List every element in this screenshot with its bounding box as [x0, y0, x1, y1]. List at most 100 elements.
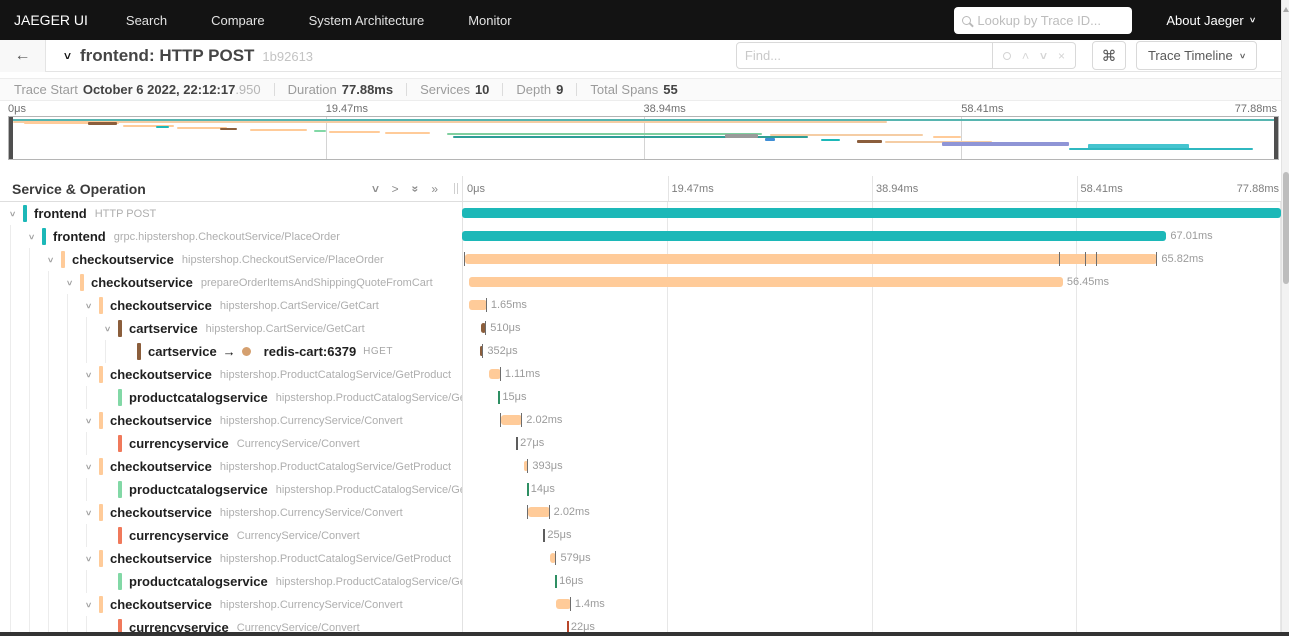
span-name-cell[interactable]: > checkoutservice hipstershop.ProductCatal… — [0, 547, 462, 570]
vertical-scrollbar-thumb[interactable] — [1283, 172, 1289, 284]
span-name-cell[interactable]: > cartservice hipstershop.CartService/GetC… — [0, 317, 462, 340]
expand-chevron-icon[interactable]: > — [27, 232, 42, 242]
span-name-cell[interactable]: currencyservice CurrencyService/Convert — [0, 432, 462, 455]
span-bar-cell[interactable]: 56.45ms — [462, 271, 1281, 294]
trace-id-lookup-input[interactable] — [977, 12, 1125, 28]
nav-item-compare[interactable]: Compare — [211, 13, 264, 28]
expand-chevron-icon[interactable]: > — [84, 554, 99, 564]
trace-span-row[interactable]: > checkoutservice hipstershop.CheckoutServ… — [0, 248, 1281, 271]
minimap-right-handle[interactable] — [1274, 117, 1278, 159]
expand-chevron-icon[interactable]: > — [84, 508, 99, 518]
next-match-icon[interactable]: > — [1036, 52, 1050, 59]
span-bar-cell[interactable]: 15μs — [462, 386, 1281, 409]
expand-one-chevron-right-icon[interactable]: > — [392, 182, 399, 196]
trace-minimap[interactable] — [8, 116, 1279, 160]
trace-span-row[interactable]: > checkoutservice prepareOrderItemsAndShip… — [0, 271, 1281, 294]
collapse-all-double-chevron-icon[interactable]: » — [408, 185, 422, 192]
nav-item-system-architecture[interactable]: System Architecture — [309, 13, 425, 28]
span-duration-bar[interactable] — [462, 208, 1281, 218]
trace-span-row[interactable]: productcatalogservice hipstershop.Product… — [0, 570, 1281, 593]
clear-find-icon[interactable]: × — [1058, 49, 1065, 63]
span-duration-bar[interactable] — [524, 459, 529, 473]
collapse-chevron-icon[interactable]: > — [61, 52, 75, 59]
span-bar-cell[interactable]: 27μs — [462, 432, 1281, 455]
focus-match-icon[interactable] — [1002, 51, 1011, 60]
span-name-cell[interactable]: currencyservice CurrencyService/Convert — [0, 524, 462, 547]
trace-span-row[interactable]: > frontend grpc.hipstershop.CheckoutServic… — [0, 225, 1281, 248]
trace-span-row[interactable]: currencyservice CurrencyService/Convert 2… — [0, 432, 1281, 455]
span-name-cell[interactable]: > frontend HTTP POST — [0, 202, 462, 225]
span-duration-bar[interactable] — [469, 298, 487, 312]
expand-chevron-icon[interactable]: > — [84, 301, 99, 311]
keyboard-shortcuts-button[interactable]: ⌘ — [1091, 41, 1126, 70]
trace-view-dropdown[interactable]: Trace Timeline > — [1135, 41, 1257, 70]
span-duration-bar[interactable] — [527, 505, 550, 519]
trace-span-row[interactable]: currencyservice CurrencyService/Convert 2… — [0, 524, 1281, 547]
span-duration-bar[interactable] — [462, 231, 1167, 241]
span-bar-cell[interactable]: 14μs — [462, 478, 1281, 501]
span-name-cell[interactable]: > checkoutservice hipstershop.CheckoutServ… — [0, 248, 462, 271]
scroll-up-arrow-icon[interactable] — [1283, 7, 1289, 12]
nav-item-monitor[interactable]: Monitor — [468, 13, 511, 28]
trace-span-row[interactable]: > checkoutservice hipstershop.ProductCatal… — [0, 547, 1281, 570]
trace-span-row[interactable]: > checkoutservice hipstershop.CurrencyServ… — [0, 409, 1281, 432]
span-name-cell[interactable]: productcatalogservice hipstershop.Product… — [0, 386, 462, 409]
span-name-cell[interactable]: productcatalogservice hipstershop.Product… — [0, 478, 462, 501]
trace-title-wrap[interactable]: > frontend: HTTP POST 1b92613 — [61, 46, 314, 66]
span-bar-cell[interactable]: 1.11ms — [462, 363, 1281, 386]
span-duration-bar[interactable] — [464, 252, 1158, 266]
span-bar-cell[interactable]: 67.01ms — [462, 225, 1281, 248]
span-bar-cell[interactable]: 1.65ms — [462, 294, 1281, 317]
span-name-cell[interactable]: > checkoutservice hipstershop.ProductCatal… — [0, 363, 462, 386]
expand-chevron-icon[interactable]: > — [103, 324, 118, 334]
expand-chevron-icon[interactable]: > — [84, 600, 99, 610]
span-duration-bar[interactable] — [480, 321, 487, 335]
trace-span-row[interactable]: > checkoutservice hipstershop.CartService/… — [0, 294, 1281, 317]
vertical-scrollbar[interactable] — [1281, 0, 1289, 636]
expand-chevron-icon[interactable]: > — [84, 462, 99, 472]
trace-span-row[interactable]: > checkoutservice hipstershop.ProductCatal… — [0, 363, 1281, 386]
trace-span-row[interactable]: productcatalogservice hipstershop.Product… — [0, 478, 1281, 501]
span-name-cell[interactable]: cartservice → redis-cart:6379 HGET — [0, 340, 462, 363]
span-bar-cell[interactable]: 510μs — [462, 317, 1281, 340]
span-duration-bar[interactable] — [468, 277, 1063, 287]
span-duration-bar[interactable] — [550, 551, 557, 565]
trace-span-row[interactable]: > checkoutservice hipstershop.ProductCatal… — [0, 455, 1281, 478]
span-duration-bar[interactable] — [489, 367, 501, 381]
trace-id-lookup[interactable] — [954, 6, 1133, 34]
span-bar-cell[interactable]: 2.02ms — [462, 501, 1281, 524]
span-bar-cell[interactable]: 25μs — [462, 524, 1281, 547]
column-resizer-handle[interactable] — [454, 183, 458, 194]
span-bar-cell[interactable]: 16μs — [462, 570, 1281, 593]
app-brand[interactable]: JAEGER UI — [14, 12, 88, 28]
expand-chevron-icon[interactable]: > — [84, 416, 99, 426]
back-button[interactable]: ← — [0, 39, 46, 72]
span-name-cell[interactable]: > checkoutservice hipstershop.ProductCatal… — [0, 455, 462, 478]
span-name-cell[interactable]: > frontend grpc.hipstershop.CheckoutServic… — [0, 225, 462, 248]
span-bar-cell[interactable]: 393μs — [462, 455, 1281, 478]
expand-chevron-icon[interactable]: > — [84, 370, 99, 380]
span-duration-bar[interactable] — [556, 597, 571, 611]
span-name-cell[interactable]: > checkoutservice prepareOrderItemsAndShip… — [0, 271, 462, 294]
span-duration-bar[interactable] — [479, 344, 484, 358]
trace-span-row[interactable]: productcatalogservice hipstershop.Product… — [0, 386, 1281, 409]
trace-span-row[interactable]: cartservice → redis-cart:6379 HGET 352μs — [0, 340, 1281, 363]
trace-span-row[interactable]: > checkoutservice hipstershop.CurrencyServ… — [0, 501, 1281, 524]
span-duration-bar[interactable] — [499, 413, 523, 427]
span-name-cell[interactable]: > checkoutservice hipstershop.CurrencyServ… — [0, 501, 462, 524]
span-name-cell[interactable]: > checkoutservice hipstershop.CurrencyServ… — [0, 409, 462, 432]
trace-span-row[interactable]: > frontend HTTP POST — [0, 202, 1281, 225]
collapse-all-chevron-down-icon[interactable]: > — [368, 185, 382, 192]
span-bar-cell[interactable]: 1.4ms — [462, 593, 1281, 616]
expand-chevron-icon[interactable]: > — [8, 209, 23, 219]
span-bar-cell[interactable] — [462, 202, 1281, 225]
trace-span-row[interactable]: > checkoutservice hipstershop.CurrencyServ… — [0, 593, 1281, 616]
trace-span-row[interactable]: > cartservice hipstershop.CartService/GetC… — [0, 317, 1281, 340]
about-jaeger-menu[interactable]: About Jaeger > — [1166, 13, 1257, 28]
nav-item-search[interactable]: Search — [126, 13, 167, 28]
span-name-cell[interactable]: productcatalogservice hipstershop.Product… — [0, 570, 462, 593]
prev-match-icon[interactable]: > — [1018, 52, 1032, 59]
expand-chevron-icon[interactable]: > — [46, 255, 61, 265]
span-name-cell[interactable]: > checkoutservice hipstershop.CartService/… — [0, 294, 462, 317]
span-name-cell[interactable]: > checkoutservice hipstershop.CurrencyServ… — [0, 593, 462, 616]
